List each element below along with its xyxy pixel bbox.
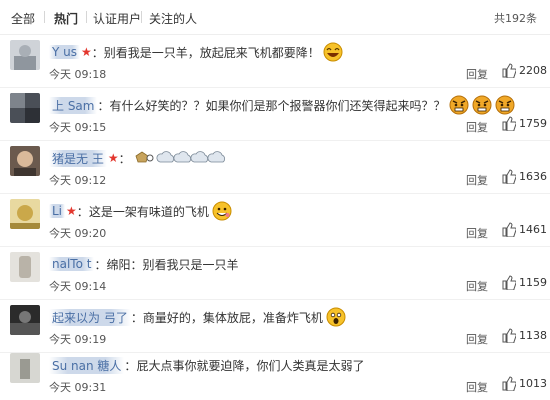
angry-emoji-icon [495,95,515,115]
reply-button[interactable]: 回复 [466,331,488,347]
reply-button[interactable]: 回复 [466,379,488,395]
tab-hot[interactable]: 热门 [54,10,78,27]
grin-emoji-icon [212,201,232,221]
comment-text: 绵阳：别看我只是一只羊 [106,257,239,272]
avatar-image [10,93,40,123]
comment-text: 商量好的，集体放屁，准备炸飞机 [142,310,323,325]
comment-total-count: 共192条 [494,12,537,25]
angry-emoji-icon [472,95,492,115]
comment-item: 上 Sam ： 有什么好笑的？？如果你们是那个报警器你们还笑得起来吗？？ 今天 … [0,88,550,141]
like-count: 2208 [519,64,547,77]
comment-item: Su nan 糖人 ： 屁大点事你就要迫降，你们人类真是太弱了 今天 09:31… [0,348,550,400]
tab-divider [86,11,87,23]
comment-item: nalTo t ： 绵阳：别看我只是一只羊 今天 09:14 回复 1159 [0,247,550,300]
star-badge-icon: ★ [107,151,119,165]
tab-divider [44,11,45,23]
sheep-cloud-emoji-icon [135,151,225,163]
avatar[interactable] [10,199,40,229]
colon: ： [91,45,104,60]
like-button[interactable]: 1013 [502,376,547,391]
tab-all[interactable]: 全部 [11,10,35,27]
thumbs-up-icon [502,116,516,131]
comment-text: 屁大点事你就要迫降，你们人类真是太弱了 [136,358,365,373]
avatar-image [10,252,40,282]
colon: ： [94,257,107,272]
avatar-image [10,199,40,229]
comment-time: 今天 09:14 [49,280,107,293]
like-count: 1159 [519,276,547,289]
reply-button[interactable]: 回复 [466,225,488,241]
colon: ： [97,98,110,113]
reply-button[interactable]: 回复 [466,119,488,135]
like-count: 1759 [519,117,547,130]
reply-button[interactable]: 回复 [466,172,488,188]
like-count: 1138 [519,329,547,342]
angry-emoji-icon [449,95,469,115]
comment-filter-tabs: 全部 热门 认证用户 关注的人 共192条 [0,0,550,35]
thumbs-up-icon [502,63,516,78]
comment-username[interactable]: Su nan 糖人 [49,356,125,374]
thumbs-up-icon [502,275,516,290]
comment-text: 有什么好笑的？？如果你们是那个报警器你们还笑得起来吗？？ [109,98,446,113]
comment-item: Li ★ ： 这是一架有味道的飞机 今天 09:20 回复 1461 [0,194,550,247]
thumbs-up-icon [502,376,516,391]
comment-username[interactable]: nalTo t [49,257,95,271]
comment-time: 今天 09:12 [49,174,107,187]
colon: ： [118,151,131,166]
thumbs-up-icon [502,222,516,237]
like-button[interactable]: 1636 [502,169,547,184]
like-button[interactable]: 1461 [502,222,547,237]
like-count: 1461 [519,223,547,236]
reply-button[interactable]: 回复 [466,278,488,294]
comment-time: 今天 09:19 [49,333,107,346]
comment-text: 别看我是一只羊，放起屁来飞机都要降！ [103,45,320,60]
comment-text: 这是一架有味道的飞机 [88,204,209,219]
shock-emoji-icon [326,307,346,327]
comment-time: 今天 09:18 [49,68,107,81]
like-button[interactable]: 1159 [502,275,547,290]
avatar[interactable] [10,252,40,282]
like-button[interactable]: 1138 [502,328,547,343]
comment-username[interactable]: Y us [49,45,81,59]
like-button[interactable]: 2208 [502,63,547,78]
comment-username[interactable]: Li [49,204,66,218]
avatar[interactable] [10,353,40,383]
angry-emoji-group [446,95,515,115]
tab-verified-users[interactable]: 认证用户 [93,10,141,27]
thumbs-up-icon [502,328,516,343]
colon: ： [76,204,89,219]
comment-item: 起来以为 弓了 ： 商量好的，集体放屁，准备炸飞机 今天 09:19 回复 11… [0,300,550,353]
colon: ： [130,310,143,325]
star-badge-icon: ★ [66,204,77,218]
comment-time: 今天 09:31 [49,381,107,394]
avatar-image [10,40,40,70]
laugh-emoji-icon [323,42,343,62]
avatar[interactable] [10,305,40,335]
comment-item: Y us ★ ： 别看我是一只羊，放起屁来飞机都要降！ 今天 09:18 回复 … [0,35,550,88]
like-count: 1636 [519,170,547,183]
like-button[interactable]: 1759 [502,116,547,131]
tab-following[interactable]: 关注的人 [149,10,197,27]
thumbs-up-icon [502,169,516,184]
avatar-image [10,146,40,176]
comment-time: 今天 09:20 [49,227,107,240]
avatar-image [10,305,40,335]
like-count: 1013 [519,377,547,390]
colon: ： [124,358,137,373]
comment-item: 猪是无 王 ★ ： 今天 09:12 回复 1636 [0,141,550,194]
comment-username[interactable]: 起来以为 弓了 [49,308,131,326]
tab-divider [141,11,142,23]
reply-button[interactable]: 回复 [466,66,488,82]
star-badge-icon: ★ [81,45,92,59]
comment-username[interactable]: 猪是无 王 [49,149,107,167]
avatar[interactable] [10,146,40,176]
comment-time: 今天 09:15 [49,121,107,134]
avatar[interactable] [10,93,40,123]
comment-username[interactable]: 上 Sam [49,96,98,114]
avatar-image [10,353,40,383]
avatar[interactable] [10,40,40,70]
